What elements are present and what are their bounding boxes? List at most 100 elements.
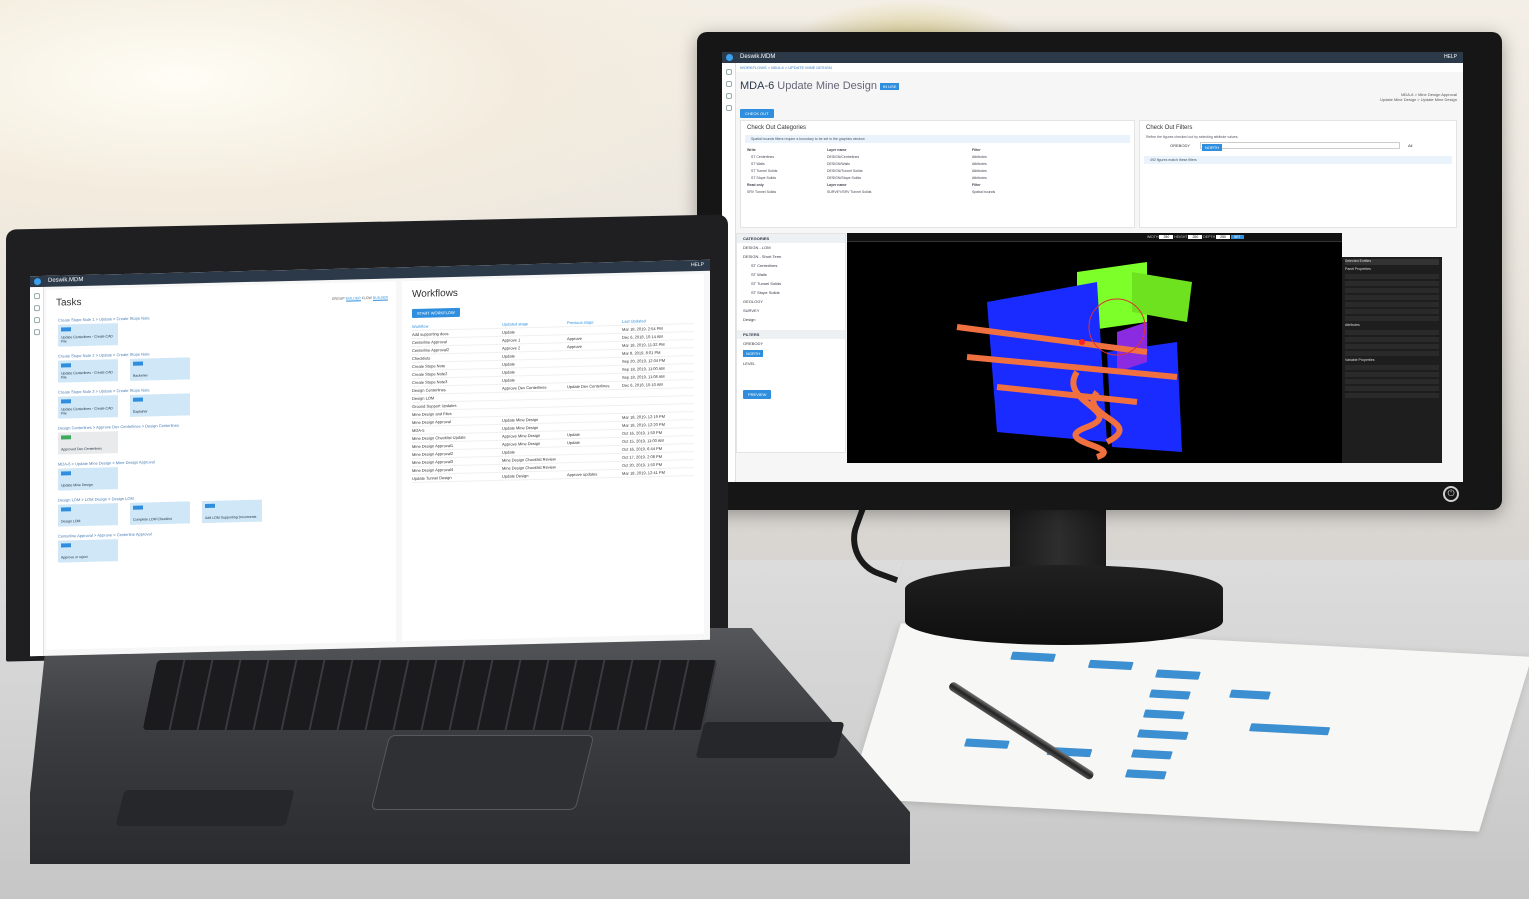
tree-header: CATEGORIES bbox=[737, 234, 845, 243]
task-card[interactable]: Update Centerlines - Create CAD File bbox=[58, 323, 118, 347]
workflow-name: Mine Design Approval2 bbox=[412, 450, 454, 457]
category-layer: DESIGN/Tunnel Solids bbox=[827, 169, 863, 173]
category-layer: DESIGN/Walls bbox=[827, 162, 850, 166]
tree-orebody-chip[interactable]: NORTH bbox=[743, 350, 764, 357]
width-input[interactable]: 250 bbox=[1159, 235, 1174, 239]
tasks-icon[interactable] bbox=[33, 305, 40, 312]
task-card[interactable]: Design LOM bbox=[58, 503, 118, 527]
depth-input[interactable]: 250 bbox=[1216, 235, 1230, 239]
monitor-screen: Deswik.MDM HELP WORKFLOWS > MDA-6 > UPDA… bbox=[722, 52, 1463, 482]
task-card[interactable]: Explainer bbox=[130, 393, 190, 417]
properties-header: Selected Entities bbox=[1345, 259, 1439, 265]
category-filter[interactable]: Spatial bounds bbox=[972, 189, 995, 196]
checkout-button[interactable]: CHECK OUT bbox=[740, 109, 774, 118]
start-workflow-button[interactable]: START WORKFLOW bbox=[412, 307, 460, 318]
tasks-icon[interactable] bbox=[725, 81, 732, 87]
task-card[interactable]: Add LOM Supporting Documents bbox=[202, 499, 262, 524]
task-group-header[interactable]: Create Stope Note 3 > Update > Create St… bbox=[58, 381, 396, 394]
home-icon[interactable] bbox=[725, 69, 732, 75]
category-filter[interactable]: Attributes bbox=[972, 154, 987, 161]
category-name: ST Tunnel Solids bbox=[751, 169, 778, 173]
properties-section[interactable]: Panel Properties bbox=[1345, 267, 1439, 272]
power-icon: ⏻ bbox=[1443, 486, 1459, 502]
breadcrumb[interactable]: WORKFLOWS > MDA-6 > UPDATE MINE DESIGN bbox=[722, 63, 1463, 72]
tree-item[interactable]: DESIGN - LOM bbox=[737, 243, 845, 252]
workflow-name: Mine Design Approval bbox=[412, 419, 451, 425]
tree-item[interactable]: ST Walls bbox=[737, 270, 845, 279]
task-card[interactable]: Backener bbox=[130, 357, 190, 381]
help-link[interactable]: HELP bbox=[691, 260, 704, 271]
category-filter[interactable]: Attributes bbox=[972, 168, 987, 175]
tree-item[interactable]: ST Centerlines bbox=[737, 261, 845, 270]
task-tag bbox=[61, 363, 71, 368]
workflows-icon[interactable] bbox=[33, 317, 40, 324]
preview-button[interactable]: PREVIEW bbox=[743, 390, 772, 399]
flowchart-paper bbox=[848, 623, 1529, 832]
category-row[interactable]: ST Stope Solids DESIGN/Stope Solids Attrib… bbox=[747, 175, 1128, 182]
properties-section[interactable]: Attributes bbox=[1345, 323, 1439, 328]
category-filter[interactable]: Attributes bbox=[972, 161, 987, 168]
page-title: MDA-6 Update Mine Design IN USE bbox=[740, 80, 900, 92]
tree-item[interactable]: SURVEY bbox=[737, 306, 845, 315]
col-workflow[interactable]: Workflow bbox=[412, 324, 428, 329]
help-link[interactable]: HELP bbox=[1444, 52, 1457, 63]
task-card[interactable]: Approved Dev Centerlines bbox=[58, 431, 118, 455]
tree-item[interactable]: ST Stope Solids bbox=[737, 288, 845, 297]
tree-item[interactable]: ST Tunnel Solids bbox=[737, 279, 845, 288]
all-toggle[interactable]: All bbox=[1408, 143, 1412, 148]
checkout-button-wrap: CHECK OUT bbox=[740, 102, 774, 120]
category-layer: DESIGN/Stope Solids bbox=[827, 176, 862, 180]
task-tag bbox=[133, 361, 143, 366]
orebody-select[interactable]: NORTH bbox=[1200, 142, 1400, 151]
property-row bbox=[1345, 288, 1439, 293]
orebody-chip[interactable]: NORTH bbox=[1202, 144, 1223, 151]
set-button[interactable]: SET bbox=[1230, 235, 1244, 239]
task-card[interactable]: Update Mine Design bbox=[58, 467, 118, 491]
settings-icon[interactable] bbox=[725, 105, 732, 111]
workflow-name: Mine Design Checklist Update bbox=[412, 434, 466, 441]
flowchart-box bbox=[1124, 769, 1167, 780]
tree-item[interactable]: DESIGN - Short Term bbox=[737, 252, 845, 261]
group-select[interactable]: BUILDER bbox=[345, 296, 361, 302]
task-card-label: Add LOM Supporting Documents bbox=[205, 514, 257, 521]
home-icon[interactable] bbox=[33, 293, 40, 300]
workflow-name: Create Stope Note3 bbox=[412, 379, 448, 385]
workflow-name: Add supporting docs bbox=[412, 331, 449, 337]
category-filter[interactable]: Attributes bbox=[972, 175, 987, 182]
workflow-date: Mar 18, 2019, 12:41 PM bbox=[622, 469, 665, 476]
tree-item[interactable]: GEOLOGY bbox=[737, 297, 845, 306]
task-card[interactable]: Complete LOM Checklist bbox=[130, 501, 190, 525]
task-group-header[interactable]: Create Stope Note 1 > Update > Create St… bbox=[58, 309, 396, 322]
checkout-categories-panel: Check Out Categories Spatial bounds filt… bbox=[740, 120, 1135, 228]
flowchart-box bbox=[963, 738, 1010, 749]
laptop-touchpad bbox=[370, 735, 595, 810]
width-label: WIDTH bbox=[1147, 235, 1159, 239]
category-row[interactable]: SRV Tunnel Solids SURVEY/SRV Tunnel Solid… bbox=[747, 189, 1128, 196]
tree-orebody-select[interactable]: NORTH bbox=[737, 348, 845, 359]
task-group-header[interactable]: Centerline Approval > Approve > Centerli… bbox=[58, 525, 396, 538]
task-group-header[interactable]: MDA-6 > Update Mine Design > Mine Design… bbox=[58, 453, 396, 466]
category-row[interactable]: ST Tunnel Solids DESIGN/Tunnel Solids Attr… bbox=[747, 168, 1128, 175]
app-brand: Deswik.MDM bbox=[740, 54, 776, 60]
task-group-header[interactable]: Create Stope Note 2 > Update > Create St… bbox=[58, 345, 396, 358]
settings-icon[interactable] bbox=[33, 329, 40, 336]
tree-item[interactable]: Design bbox=[737, 315, 845, 324]
task-card[interactable]: Approve or reject bbox=[58, 539, 118, 563]
task-tag bbox=[61, 399, 71, 404]
category-row[interactable]: ST Centerlines DESIGN/Centrelines Attribut… bbox=[747, 154, 1128, 161]
properties-section[interactable]: Variable Properties bbox=[1345, 358, 1439, 363]
task-group-header[interactable]: Design Centerlines > Approve Dev Centerl… bbox=[58, 417, 396, 431]
height-input[interactable]: 250 bbox=[1188, 235, 1203, 239]
category-row[interactable]: ST Walls DESIGN/Walls Attributes bbox=[747, 161, 1128, 168]
property-row bbox=[1345, 295, 1439, 300]
workflow-name: MDA-5 bbox=[412, 427, 425, 433]
3d-viewport[interactable]: WIDTH 250 HEIGHT 250 DEPTH 250 SET bbox=[847, 233, 1342, 463]
photo-scene: ⏻ Deswik.MDM HELP WORKFLOWS > MDA-6 > UP… bbox=[0, 0, 1529, 899]
task-card[interactable]: Update Centerlines - Create CAD File bbox=[58, 395, 118, 419]
write-label: Write bbox=[747, 148, 756, 152]
flow-select[interactable]: BUILDER bbox=[372, 295, 388, 301]
task-card[interactable]: Update Centerlines - Create CAD File bbox=[58, 359, 118, 383]
workflows-icon[interactable] bbox=[725, 93, 732, 99]
categories-title: Check Out Categories bbox=[747, 125, 807, 131]
task-card-label: Update Mine Design bbox=[61, 482, 93, 488]
